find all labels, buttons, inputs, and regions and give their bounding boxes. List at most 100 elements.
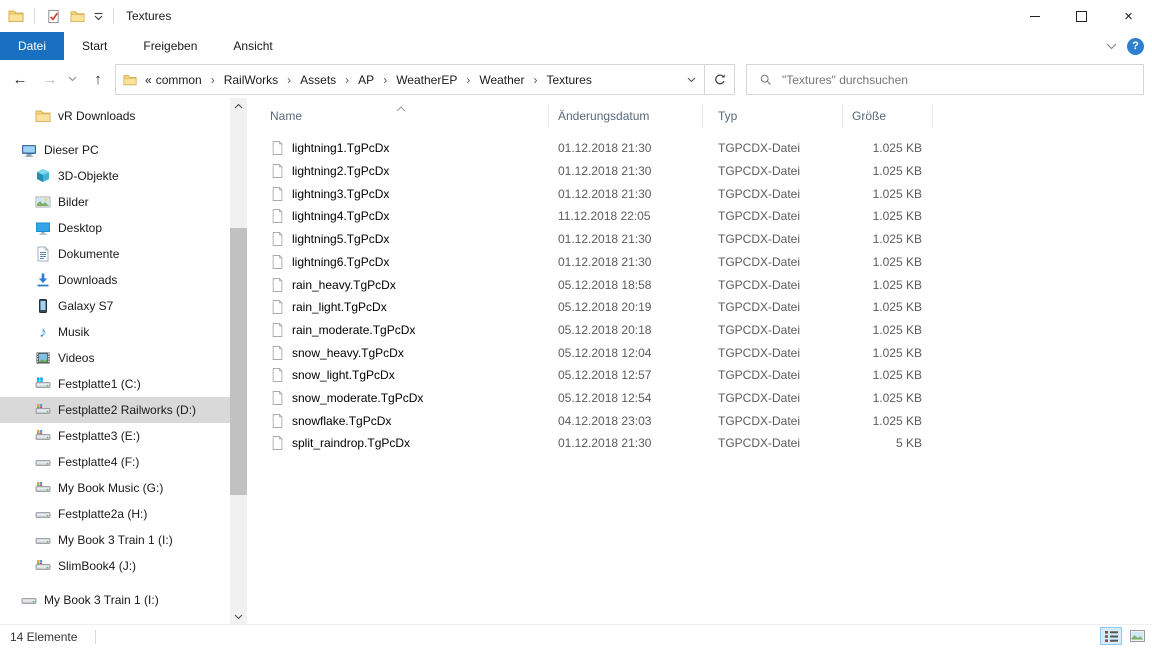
file-row[interactable]: lightning1.TgPcDx 01.12.2018 21:30 TGPCDX-… [248,137,1152,160]
pc-icon [21,142,37,158]
column-header-name[interactable]: Name [270,109,302,123]
column-separator[interactable] [842,104,843,128]
scrollbar-down-icon[interactable] [230,609,247,625]
breadcrumb-separator-icon[interactable]: › [204,73,222,87]
breadcrumb-item-common[interactable]: common [154,73,204,87]
sidebar-item-my-book-3-train-1-i[interactable]: My Book 3 Train 1 (I:) [0,587,230,613]
address-row: ← → ↑ «common › RailWorks › Assets › AP › Weathe… [0,60,1152,98]
column-separator[interactable] [548,104,549,128]
new-folder-icon[interactable] [65,4,89,28]
column-header-typ[interactable]: Typ [718,109,737,123]
tab-ansicht[interactable]: Ansicht [215,32,290,60]
breadcrumb-separator-icon[interactable]: › [376,73,394,87]
file-row[interactable]: lightning5.TgPcDx 01.12.2018 21:30 TGPCDX-… [248,228,1152,251]
column-separator[interactable] [702,104,703,128]
file-date: 05.12.2018 18:58 [558,277,652,292]
file-size: 1.025 KB [872,277,922,292]
sidebar-item-bilder[interactable]: Bilder [0,189,230,215]
scrollbar-up-icon[interactable] [230,98,247,114]
recent-locations-icon[interactable] [64,60,80,98]
minimize-button[interactable] [1011,0,1058,32]
file-row[interactable]: lightning2.TgPcDx 01.12.2018 21:30 TGPCDX-… [248,160,1152,183]
sidebar-item-desktop[interactable]: Desktop [0,215,230,241]
properties-icon[interactable] [41,4,65,28]
tab-datei[interactable]: Datei [0,32,65,60]
tab-start[interactable]: Start [64,32,125,60]
status-bar: 14 Elemente [0,624,1152,648]
file-row[interactable]: rain_light.TgPcDx 05.12.2018 20:19 TGPCDX-… [248,296,1152,319]
sidebar-item-slimbook4-j[interactable]: SlimBook4 (J:) [0,553,230,579]
file-row[interactable]: lightning3.TgPcDx 01.12.2018 21:30 TGPCDX-… [248,182,1152,205]
column-header-nderungsdatum[interactable]: Änderungsdatum [558,109,649,123]
file-row[interactable]: snow_moderate.TgPcDx 05.12.2018 12:54 TGPC… [248,387,1152,410]
sidebar-item-3d-objekte[interactable]: 3D-Objekte [0,163,230,189]
desktop-icon [35,220,51,236]
sidebar-scrollbar[interactable] [230,98,247,625]
back-button[interactable]: ← [8,60,32,98]
titlebar-separator-2 [113,8,114,24]
file-date: 01.12.2018 21:30 [558,232,652,247]
qat-customize-icon[interactable] [89,4,107,28]
maximize-button[interactable] [1058,0,1105,32]
sidebar-item-dokumente[interactable]: Dokumente [0,241,230,267]
sidebar-item-musik[interactable]: ♪ Musik [0,319,230,345]
breadcrumb-item-textures[interactable]: Textures [544,73,593,87]
column-header-gr-e[interactable]: Größe [852,109,886,123]
file-date: 04.12.2018 23:03 [558,413,652,428]
breadcrumb-item-railworks[interactable]: RailWorks [222,73,280,87]
breadcrumb-separator-icon[interactable]: › [526,73,544,87]
sidebar-item-vr-downloads[interactable]: vR Downloads [0,103,230,129]
breadcrumb-item-weather[interactable]: Weather [477,73,526,87]
sidebar-item-galaxy-s7[interactable]: Galaxy S7 [0,293,230,319]
file-row[interactable]: lightning6.TgPcDx 01.12.2018 21:30 TGPCDX-… [248,251,1152,274]
file-size: 1.025 KB [872,413,922,428]
sidebar-item-festplatte1-c[interactable]: Festplatte1 (C:) [0,371,230,397]
drive-icon [35,454,51,470]
breadcrumb-separator-icon[interactable]: › [280,73,298,87]
forward-button[interactable]: → [38,60,62,98]
breadcrumb-item-assets[interactable]: Assets [298,73,338,87]
sidebar-item-festplatte3-e[interactable]: Festplatte3 (E:) [0,423,230,449]
sidebar-item-downloads[interactable]: Downloads [0,267,230,293]
minimize-icon [1029,15,1040,17]
sidebar-item-dieser-pc[interactable]: Dieser PC [0,137,230,163]
close-button[interactable]: × [1105,0,1152,32]
file-name: lightning4.TgPcDx [292,209,390,224]
ribbon-collapse-icon[interactable] [1106,39,1117,53]
file-row[interactable]: split_raindrop.TgPcDx 01.12.2018 21:30 TGP… [248,432,1152,455]
title-bar: Textures × [0,0,1152,32]
sidebar-item-my-book-music-g[interactable]: My Book Music (G:) [0,475,230,501]
file-row[interactable]: lightning4.TgPcDx 11.12.2018 22:05 TGPCDX-… [248,205,1152,228]
file-row[interactable]: rain_moderate.TgPcDx 05.12.2018 20:18 TGPC… [248,319,1152,342]
file-type: TGPCDX-Datei [718,300,801,315]
sidebar-item-festplatte4-f[interactable]: Festplatte4 (F:) [0,449,230,475]
column-separator[interactable] [932,104,933,128]
sidebar-item-festplatte2a-h[interactable]: Festplatte2a (H:) [0,501,230,527]
scrollbar-thumb[interactable] [230,228,247,495]
breadcrumb-item-ap[interactable]: AP [356,73,376,87]
up-button[interactable]: ↑ [86,60,110,98]
tab-freigeben[interactable]: Freigeben [125,32,215,60]
help-icon[interactable]: ? [1127,37,1144,55]
address-bar[interactable]: «common › RailWorks › Assets › AP › WeatherEP › We… [115,64,735,95]
sidebar-item-my-book-3-train-1-i[interactable]: My Book 3 Train 1 (I:) [0,527,230,553]
refresh-icon[interactable] [705,65,734,94]
breadcrumb-collapsed[interactable]: « [143,73,154,87]
file-row[interactable]: snow_heavy.TgPcDx 05.12.2018 12:04 TGPCDX-… [248,341,1152,364]
file-icon [272,322,283,337]
breadcrumb-separator-icon[interactable]: › [338,73,356,87]
phone-icon [35,298,51,314]
search-input[interactable] [780,71,1143,88]
address-dropdown-icon[interactable] [678,65,704,94]
breadcrumb-separator-icon[interactable]: › [459,73,477,87]
sidebar-item-label: Festplatte2 Railworks (D:) [58,403,197,417]
sidebar-item-videos[interactable]: Videos [0,345,230,371]
details-view-button[interactable] [1100,627,1122,645]
file-row[interactable]: rain_heavy.TgPcDx 05.12.2018 18:58 TGPCDX-… [248,273,1152,296]
sidebar-item-festplatte2-railworks-d[interactable]: Festplatte2 Railworks (D:) [0,397,230,423]
download-icon [35,272,51,288]
thumbnail-view-button[interactable] [1126,627,1148,645]
breadcrumb-item-weatherep[interactable]: WeatherEP [394,73,459,87]
file-row[interactable]: snowflake.TgPcDx 04.12.2018 23:03 TGPCDX-D… [248,409,1152,432]
file-row[interactable]: snow_light.TgPcDx 05.12.2018 12:57 TGPCDX-… [248,364,1152,387]
